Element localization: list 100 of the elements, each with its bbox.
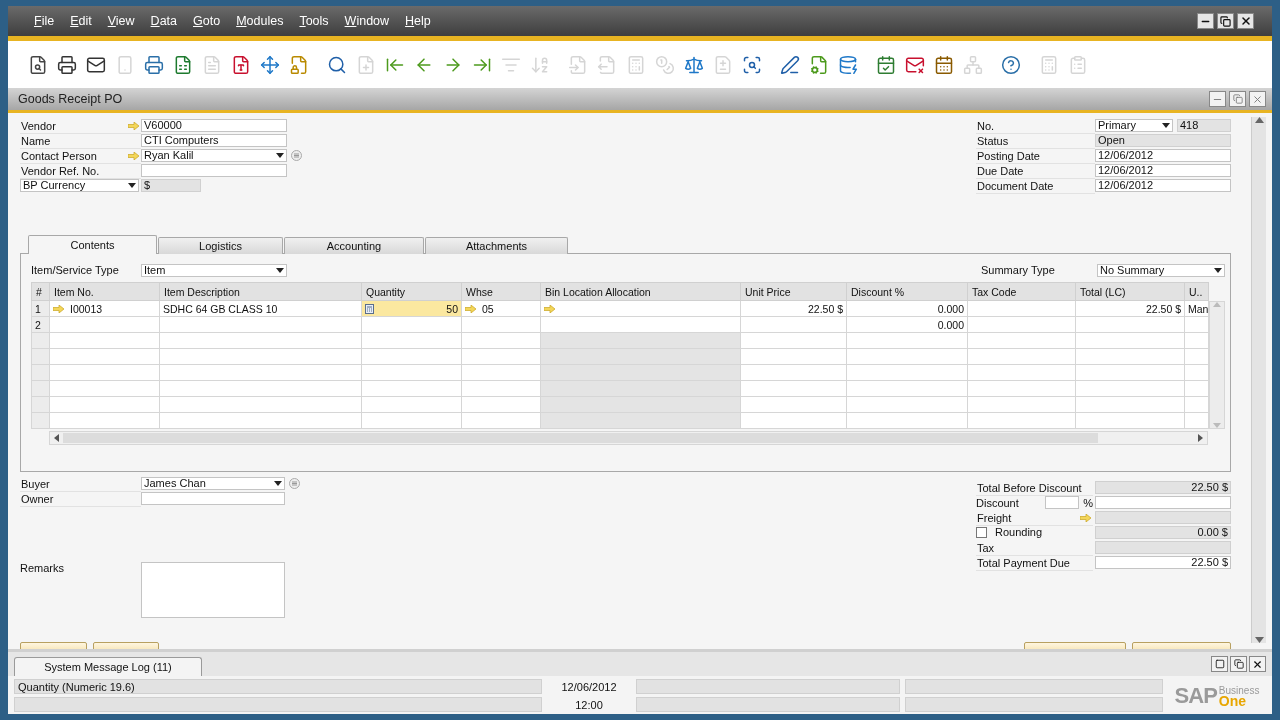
field-label: Document Date <box>976 179 1095 194</box>
restore-button[interactable] <box>1217 13 1234 29</box>
text-field[interactable]: V60000 <box>141 119 287 132</box>
caret-icon[interactable] <box>274 481 282 486</box>
text-field[interactable] <box>141 164 287 177</box>
column-header[interactable]: Unit Price <box>740 282 847 301</box>
column-header[interactable]: Quantity <box>361 282 462 301</box>
menu-item[interactable]: Window <box>336 14 398 28</box>
field-label: Discount <box>976 496 1019 509</box>
menu-item[interactable]: Help <box>397 14 439 28</box>
amount-field[interactable] <box>1095 541 1231 554</box>
column-header[interactable]: Tax Code <box>967 282 1076 301</box>
scroll-up-icon[interactable] <box>1254 117 1264 123</box>
text-field[interactable]: $ <box>141 179 201 192</box>
column-header[interactable]: Discount % <box>846 282 968 301</box>
caret-icon[interactable] <box>276 153 284 158</box>
restore-button[interactable] <box>1230 656 1247 672</box>
tab[interactable]: Attachments <box>425 237 568 254</box>
checkbox[interactable] <box>976 526 987 538</box>
menu-item[interactable]: Edit <box>62 14 100 28</box>
field-label: Freight <box>976 511 1093 526</box>
column-header[interactable]: Total (LC) <box>1075 282 1185 301</box>
amount-field[interactable] <box>1095 496 1231 509</box>
arrow-icon[interactable] <box>544 304 555 313</box>
restore-icon <box>1220 15 1231 27</box>
column-header[interactable]: Item Description <box>159 282 362 301</box>
caret-icon[interactable] <box>128 183 136 188</box>
arrow-icon[interactable] <box>53 304 64 313</box>
text-field[interactable]: 418 <box>1177 119 1231 132</box>
menu-item[interactable]: File <box>26 14 63 28</box>
tab[interactable]: Logistics <box>158 237 283 254</box>
close-button[interactable] <box>1249 656 1266 672</box>
restore-icon <box>1233 659 1244 669</box>
scroll-right-icon[interactable] <box>1198 434 1203 442</box>
caret-icon[interactable] <box>1214 268 1222 273</box>
column-header[interactable]: Item No. <box>49 282 160 301</box>
database-button[interactable] <box>837 53 859 76</box>
arrow-icon[interactable] <box>465 304 476 313</box>
list-icon[interactable] <box>289 478 300 489</box>
calculator-icon[interactable] <box>365 303 374 314</box>
text-field[interactable]: 12/06/2012 <box>1095 164 1231 177</box>
field-label: Buyer <box>20 477 141 492</box>
caret-icon[interactable] <box>276 268 284 273</box>
field-label: Summary Type <box>981 264 1056 278</box>
field-label: Vendor <box>20 119 141 134</box>
pen-button[interactable] <box>779 53 801 76</box>
field-label: Item/Service Type <box>31 264 120 278</box>
text-field[interactable] <box>141 492 285 505</box>
maximize-button[interactable] <box>1211 656 1228 672</box>
checklist-button[interactable] <box>875 53 897 76</box>
dropdown-field[interactable]: James Chan <box>141 477 285 490</box>
arrow-icon[interactable] <box>128 152 139 160</box>
amount-field[interactable]: 0.00 $ <box>1095 526 1231 539</box>
dropdown-field[interactable]: Item <box>141 264 287 277</box>
percent-field[interactable] <box>1045 496 1080 509</box>
remarks-field[interactable] <box>141 562 285 618</box>
menu-item[interactable]: View <box>99 14 143 28</box>
scrollbar[interactable] <box>1251 117 1266 643</box>
column-header[interactable]: Bin Location Allocation <box>540 282 741 301</box>
close-icon <box>1252 658 1263 670</box>
column-header[interactable]: # <box>31 282 50 301</box>
column-header[interactable]: Whse <box>461 282 541 301</box>
calendar-button[interactable] <box>933 53 955 76</box>
arrow-icon[interactable] <box>1080 514 1091 522</box>
dropdown-field[interactable]: Ryan Kalil <box>141 149 287 162</box>
menu-item[interactable]: Tools <box>291 14 337 28</box>
scrollbar[interactable] <box>49 431 1208 445</box>
restore-icon <box>1232 94 1243 104</box>
menu-item[interactable]: Goto <box>185 14 229 28</box>
status-date: 12/06/2012 <box>560 680 618 693</box>
minimize-button[interactable] <box>1197 13 1214 29</box>
tab[interactable]: Accounting <box>284 237 424 254</box>
menu-item[interactable]: Modules <box>228 14 292 28</box>
currency-dropdown[interactable]: BP Currency <box>20 179 139 192</box>
arrow-icon[interactable] <box>128 122 139 130</box>
dropdown-field[interactable]: No Summary <box>1097 264 1225 277</box>
scroll-left-icon[interactable] <box>54 434 59 442</box>
tab[interactable]: System Message Log (11) <box>14 657 202 676</box>
field-label: Rounding <box>995 526 1043 538</box>
series-dropdown[interactable]: Primary <box>1095 119 1173 132</box>
text-field[interactable]: 12/06/2012 <box>1095 149 1231 162</box>
amount-field[interactable]: 22.50 $ <box>1095 481 1231 494</box>
text-field[interactable]: Open <box>1095 134 1231 147</box>
menu-item[interactable]: Data <box>142 14 185 28</box>
amount-field[interactable] <box>1095 511 1231 524</box>
text-field[interactable]: 12/06/2012 <box>1095 179 1231 192</box>
arrows-button[interactable] <box>259 53 281 76</box>
field-label: Remarks <box>20 562 65 576</box>
printer-button[interactable] <box>56 53 78 76</box>
amount-field[interactable]: 22.50 $ <box>1095 556 1231 569</box>
scroll-down-icon[interactable] <box>1254 637 1264 643</box>
tab[interactable]: Contents <box>28 235 157 254</box>
percent-sign: % <box>1083 496 1093 509</box>
field-label: Owner <box>20 492 141 507</box>
caret-icon[interactable] <box>1162 123 1170 128</box>
text-field[interactable]: CTI Computers <box>141 134 287 147</box>
close-button[interactable] <box>1237 13 1254 29</box>
list-icon[interactable] <box>291 150 302 161</box>
column-header[interactable]: U.. <box>1184 282 1209 301</box>
help-button[interactable] <box>1000 53 1022 76</box>
